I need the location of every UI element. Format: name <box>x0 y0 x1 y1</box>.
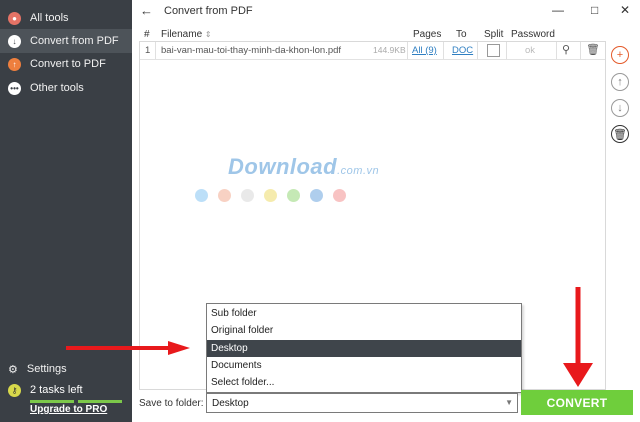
save-folder-select[interactable]: Desktop ▼ <box>206 393 518 413</box>
gear-icon: ⚙ <box>8 363 18 376</box>
row-filesize: 144.9KB <box>373 45 406 55</box>
cell-divider <box>407 42 408 59</box>
cell-divider <box>155 42 156 59</box>
dropdown-option-desktop[interactable]: Desktop <box>207 340 521 357</box>
sidebar: ● All tools ↓ Convert from PDF ↑ Convert… <box>0 0 132 422</box>
red-arrow-vertical <box>563 287 593 387</box>
key-icon: ⚷ <box>8 383 21 397</box>
row-format-link[interactable]: DOC <box>452 45 473 56</box>
cell-divider <box>580 42 581 59</box>
watermark-text: Download <box>228 154 338 179</box>
sort-icon: ⇕ <box>204 30 212 39</box>
search-icon[interactable]: ⚲ <box>562 43 570 56</box>
minimize-icon[interactable]: — <box>552 3 564 17</box>
convert-button[interactable]: CONVERT <box>521 390 633 415</box>
task-bar-2 <box>78 400 122 403</box>
add-file-icon[interactable]: + <box>611 46 629 64</box>
sidebar-item-all-tools[interactable]: ● All tools <box>0 6 132 30</box>
dropdown-option-sub-folder[interactable]: Sub folder <box>207 305 521 322</box>
watermark: Download.com.vn <box>228 154 379 180</box>
settings-label: Settings <box>26 363 67 375</box>
window-title: Convert from PDF <box>164 5 253 17</box>
column-to: To <box>456 29 467 40</box>
sidebar-item-other-tools[interactable]: ••• Other tools <box>0 76 132 100</box>
column-num: # <box>144 29 150 40</box>
sidebar-item-label: Other tools <box>30 82 84 94</box>
row-number: 1 <box>145 45 151 56</box>
row-pages-link[interactable]: All (9) <box>412 45 437 56</box>
watermark-dot <box>241 189 254 202</box>
maximize-icon[interactable]: □ <box>591 3 598 17</box>
delete-all-icon[interactable]: 🗑 <box>611 125 629 143</box>
red-arrow-horizontal <box>66 341 190 355</box>
pdf-from-icon: ↓ <box>8 34 21 48</box>
column-split: Split <box>484 29 504 40</box>
sidebar-item-label: Convert from PDF <box>30 35 119 47</box>
tasks-left-label: 2 tasks left <box>30 384 83 396</box>
close-icon[interactable]: ✕ <box>620 3 630 17</box>
cell-divider <box>556 42 557 59</box>
settings-button[interactable]: ⚙ Settings <box>8 362 128 376</box>
column-password: Password <box>511 29 555 40</box>
column-filename-label: Filename <box>161 29 203 40</box>
chevron-down-icon: ▼ <box>505 398 513 407</box>
move-down-icon[interactable]: ↓ <box>611 99 629 117</box>
sidebar-item-label: Convert to PDF <box>30 58 106 70</box>
watermark-dot <box>287 189 300 202</box>
cell-divider <box>506 42 507 59</box>
move-up-icon[interactable]: ↑ <box>611 73 629 91</box>
back-arrow-icon[interactable]: ← <box>140 3 153 18</box>
column-pages: Pages <box>413 29 442 40</box>
watermark-dot <box>310 189 323 202</box>
row-password[interactable]: ok <box>525 45 535 56</box>
table-row[interactable]: 1 bai-van-mau-toi-thay-minh-da-khon-lon.… <box>140 42 605 60</box>
apps-icon: ● <box>8 11 21 25</box>
tasks-left: ⚷ 2 tasks left <box>8 383 128 397</box>
sidebar-item-convert-from-pdf[interactable]: ↓ Convert from PDF <box>0 29 132 53</box>
dropdown-option-original-folder[interactable]: Original folder <box>207 322 521 339</box>
title-bar: ← Convert from PDF — □ ✕ <box>132 0 640 22</box>
cell-divider <box>443 42 444 59</box>
folder-dropdown-list: Sub folder Original folder Desktop Docum… <box>206 303 522 393</box>
dropdown-option-select-folder[interactable]: Select folder... <box>207 374 521 391</box>
watermark-dot <box>195 189 208 202</box>
watermark-dot <box>264 189 277 202</box>
more-icon: ••• <box>8 81 21 95</box>
trash-icon[interactable]: 🗑 <box>586 43 600 56</box>
task-bar-1 <box>30 400 74 403</box>
watermark-dot <box>218 189 231 202</box>
column-filename[interactable]: Filename ⇕ <box>161 29 212 40</box>
watermark-suffix: .com.vn <box>337 165 380 177</box>
sidebar-item-label: All tools <box>30 12 69 24</box>
upgrade-link[interactable]: Upgrade to PRO <box>30 404 107 415</box>
pdf-to-icon: ↑ <box>8 57 21 71</box>
sidebar-item-convert-to-pdf[interactable]: ↑ Convert to PDF <box>0 52 132 76</box>
dropdown-option-documents[interactable]: Documents <box>207 357 521 374</box>
row-filename: bai-van-mau-toi-thay-minh-da-khon-lon.pd… <box>161 45 342 56</box>
save-to-folder-label: Save to folder: <box>139 398 204 409</box>
watermark-dot <box>333 189 346 202</box>
cell-divider <box>477 42 478 59</box>
save-folder-value: Desktop <box>212 398 249 409</box>
